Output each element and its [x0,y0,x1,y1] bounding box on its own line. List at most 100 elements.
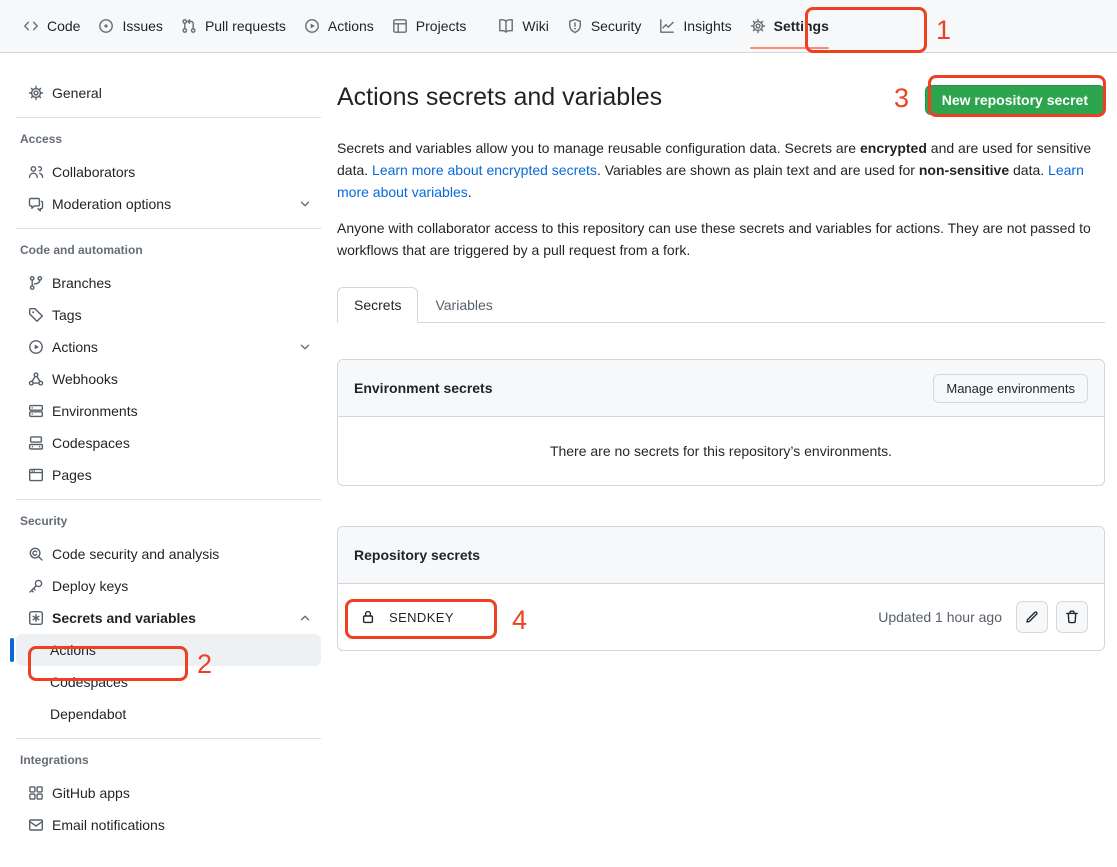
intro-text: . Variables are shown as plain text and … [597,162,919,178]
graph-icon [659,18,675,34]
sidebar-item-label: Branches [52,275,111,291]
sidebar-item-codespaces[interactable]: Codespaces [16,427,321,459]
play-circle-icon [28,339,44,355]
sidebar-item-label: Webhooks [52,371,118,387]
secret-name: SENDKEY [354,601,464,633]
tab-settings[interactable]: Settings [741,0,838,52]
trash-icon [1064,609,1080,625]
comment-discussion-icon [28,196,44,212]
sidebar-section-integrations: Integrations [16,753,321,767]
sidebar-subitem-codespaces[interactable]: Codespaces [16,666,321,698]
sidebar-item-label: Actions [50,642,96,658]
sidebar-item-tags[interactable]: Tags [16,299,321,331]
new-repository-secret-button[interactable]: New repository secret [925,85,1105,115]
sidebar-item-webhooks[interactable]: Webhooks [16,363,321,395]
sidebar-section-code-automation: Code and automation [16,243,321,257]
manage-environments-button[interactable]: Manage environments [933,374,1088,403]
intro-text: Secrets and variables allow you to manag… [337,140,860,156]
tab-variables[interactable]: Variables [418,287,509,323]
sidebar-item-label: Secrets and variables [52,610,196,626]
intro-text: . [468,184,472,200]
tab-label: Security [591,18,642,34]
sidebar-item-environments[interactable]: Environments [16,395,321,427]
sidebar-item-actions[interactable]: Actions [16,331,321,363]
repository-secrets-box: Repository secrets SENDKEY Updated 1 hou… [337,526,1105,651]
tab-insights[interactable]: Insights [650,0,740,52]
tab-label: Wiki [522,18,548,34]
sidebar-item-label: Codespaces [52,435,130,451]
tab-code[interactable]: Code [14,0,89,52]
pencil-icon [1024,609,1040,625]
people-icon [28,164,44,180]
apps-icon [28,785,44,801]
chevron-up-icon [297,610,313,626]
divider [16,228,321,229]
sidebar-item-branches[interactable]: Branches [16,267,321,299]
sidebar-item-email-notifications[interactable]: Email notifications [16,809,321,841]
git-branch-icon [28,275,44,291]
page-title: Actions secrets and variables [337,82,662,113]
shield-icon [567,18,583,34]
tab-wiki[interactable]: Wiki [489,0,557,52]
book-icon [498,18,514,34]
sidebar-item-code-security[interactable]: Code security and analysis [16,538,321,570]
lock-icon [360,609,376,625]
sidebar-item-label: General [52,85,102,101]
tab-pull-requests[interactable]: Pull requests [172,0,295,52]
sidebar-item-label: Code security and analysis [52,546,219,562]
tab-security[interactable]: Security [558,0,651,52]
github-repo-settings-page: Code Issues Pull requests Actions Projec… [0,0,1117,867]
divider [16,117,321,118]
git-pull-request-icon [181,18,197,34]
code-icon [23,18,39,34]
link-learn-encrypted-secrets[interactable]: Learn more about encrypted secrets [372,162,597,178]
chevron-down-icon [297,196,313,212]
tab-label: Settings [774,18,829,34]
delete-secret-button[interactable] [1056,601,1088,633]
sidebar-item-github-apps[interactable]: GitHub apps [16,777,321,809]
sidebar-item-label: Collaborators [52,164,135,180]
sidebar-item-label: Environments [52,403,138,419]
sidebar-item-label: Deploy keys [52,578,128,594]
gear-icon [28,85,44,101]
webhook-icon [28,371,44,387]
asterisk-box-icon [28,610,44,626]
environment-secrets-box: Environment secrets Manage environments … [337,359,1105,486]
sidebar-subitem-actions[interactable]: Actions [16,634,321,666]
repo-tab-nav: Code Issues Pull requests Actions Projec… [0,0,1117,53]
sidebar-item-collaborators[interactable]: Collaborators [16,156,321,188]
edit-secret-button[interactable] [1016,601,1048,633]
issue-opened-icon [98,18,114,34]
tab-label: Code [47,18,80,34]
table-icon [392,18,408,34]
divider [16,499,321,500]
sidebar-item-secrets-and-variables[interactable]: Secrets and variables [16,602,321,634]
environment-secrets-empty-text: There are no secrets for this repository… [338,417,1104,485]
sidebar-section-access: Access [16,132,321,146]
secret-row: SENDKEY Updated 1 hour ago [338,584,1104,650]
tab-issues[interactable]: Issues [89,0,171,52]
sidebar-item-label: Pages [52,467,92,483]
sidebar-item-moderation-options[interactable]: Moderation options [16,188,321,220]
sidebar-item-pages[interactable]: Pages [16,459,321,491]
intro-paragraph: Secrets and variables allow you to manag… [337,137,1105,203]
tab-projects[interactable]: Projects [383,0,476,52]
settings-sidebar: General Access Collaborators Moderation … [0,53,337,849]
intro-text: data. [1009,162,1048,178]
sidebar-item-deploy-keys[interactable]: Deploy keys [16,570,321,602]
sidebar-item-label: Tags [52,307,82,323]
tab-secrets[interactable]: Secrets [337,287,418,323]
tab-label: Actions [328,18,374,34]
sidebar-item-label: Actions [52,339,98,355]
sidebar-item-general[interactable]: General [16,77,321,109]
tab-label: Issues [122,18,162,34]
main-content: Actions secrets and variables New reposi… [337,53,1105,651]
divider [16,738,321,739]
tab-label: Projects [416,18,467,34]
secrets-variables-tabnav: Secrets Variables [337,287,1105,323]
tab-actions[interactable]: Actions [295,0,383,52]
sidebar-subitem-dependabot[interactable]: Dependabot [16,698,321,730]
sidebar-item-label: Dependabot [50,706,126,722]
secret-updated-text: Updated 1 hour ago [878,609,1002,625]
environment-secrets-title: Environment secrets [354,380,493,396]
